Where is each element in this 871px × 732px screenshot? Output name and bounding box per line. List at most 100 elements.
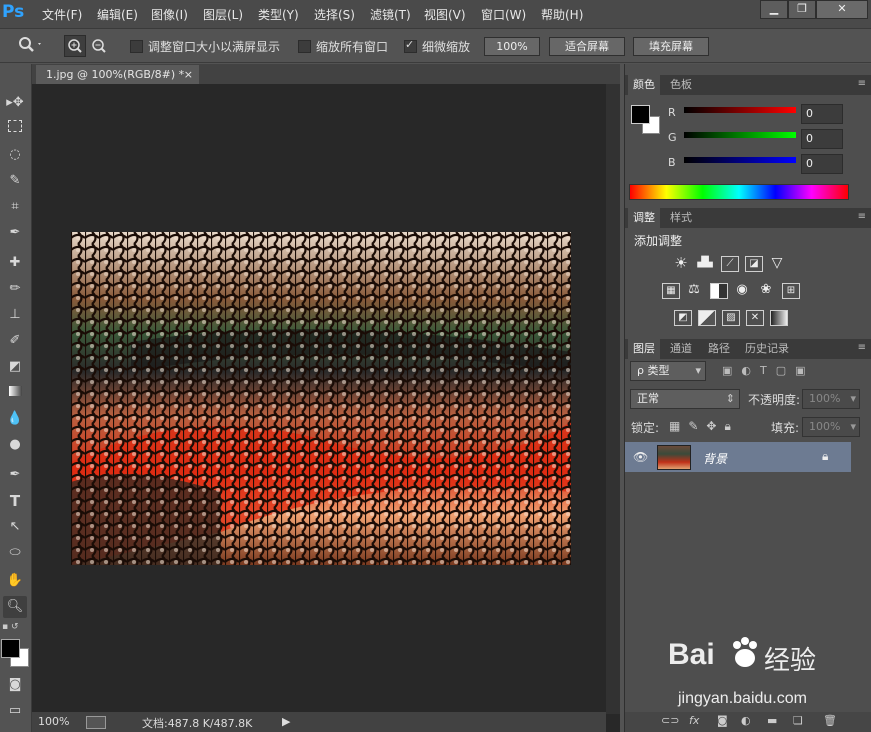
lasso-tool-icon[interactable]: ◌: [3, 144, 27, 166]
tab-channels[interactable]: 通道: [665, 339, 697, 359]
photo-filter-icon[interactable]: ◉: [734, 283, 750, 297]
menu-edit[interactable]: 编辑(E): [97, 6, 138, 23]
tab-paths[interactable]: 路径: [703, 339, 735, 359]
opacity-input[interactable]: 100% ▾: [802, 389, 860, 409]
color-panel-menu-icon[interactable]: ≡: [858, 78, 866, 89]
ellipse-tool-icon[interactable]: ⬭: [3, 542, 27, 564]
close-button[interactable]: ✕: [816, 0, 868, 19]
channel-mixer-icon[interactable]: ❀: [758, 283, 774, 297]
tab-adjustments[interactable]: 调整: [628, 208, 660, 228]
invert-icon[interactable]: ◩: [674, 310, 692, 326]
zoom-in-icon[interactable]: [64, 35, 86, 57]
brush-tool-icon[interactable]: ✏: [3, 278, 27, 300]
type-tool-icon[interactable]: T: [3, 490, 27, 512]
zoom-all-checkbox[interactable]: [298, 40, 311, 53]
move-tool-icon[interactable]: ▸✥: [3, 92, 27, 114]
layers-panel-menu-icon[interactable]: ≡: [858, 342, 866, 353]
blur-tool-icon[interactable]: 💧: [3, 408, 27, 430]
eye-icon[interactable]: 👁︎: [633, 450, 648, 464]
tab-styles[interactable]: 样式: [665, 208, 697, 228]
vibrance-icon[interactable]: ▽: [769, 256, 785, 270]
history-brush-tool-icon[interactable]: ✐: [3, 330, 27, 352]
layer-row-background[interactable]: 👁︎ 背景 🔒︎: [625, 442, 851, 472]
status-zoom-level[interactable]: 100%: [38, 715, 69, 728]
menu-file[interactable]: 文件(F): [42, 6, 82, 23]
exposure-icon[interactable]: ◪: [745, 256, 763, 272]
color-spectrum-bar[interactable]: [629, 184, 849, 200]
add-mask-icon[interactable]: ◙: [717, 714, 728, 727]
blend-mode-dropdown[interactable]: 正常 ⇕: [630, 389, 740, 409]
dodge-tool-icon[interactable]: ●: [3, 434, 27, 456]
vertical-scrollbar[interactable]: [606, 84, 620, 714]
selective-color-icon[interactable]: ✕: [746, 310, 764, 326]
eyedropper-tool-icon[interactable]: ✒: [3, 222, 27, 244]
restore-button[interactable]: ❐: [788, 0, 816, 19]
threshold-icon[interactable]: ▨: [722, 310, 740, 326]
tab-layers[interactable]: 图层: [628, 339, 660, 359]
status-menu-arrow-icon[interactable]: ▶: [282, 715, 290, 728]
magnifier-icon[interactable]: [18, 36, 44, 57]
tab-swatches[interactable]: 色板: [665, 75, 697, 95]
layer-filter-dropdown[interactable]: ρ 类型 ▾: [630, 361, 706, 381]
r-slider[interactable]: [684, 107, 796, 113]
quick-select-tool-icon[interactable]: ✎: [3, 170, 27, 192]
black-white-icon[interactable]: [710, 283, 728, 299]
menu-image[interactable]: 图像(I): [151, 6, 188, 23]
zoom-tool-icon[interactable]: 🔍︎: [3, 596, 27, 618]
scrubby-zoom-checkbox[interactable]: [404, 38, 417, 53]
new-group-icon[interactable]: ▬: [767, 714, 777, 727]
fill-input[interactable]: 100% ▾: [802, 417, 860, 437]
hand-tool-icon[interactable]: ✋: [3, 570, 27, 592]
menu-help[interactable]: 帮助(H): [541, 6, 583, 23]
curves-icon[interactable]: ⟋: [721, 256, 739, 272]
tab-history[interactable]: 历史记录: [740, 339, 794, 359]
color-foreground-swatch[interactable]: [631, 105, 650, 124]
delete-layer-icon[interactable]: 🗑︎: [823, 714, 837, 727]
new-layer-icon[interactable]: ❏: [793, 714, 803, 727]
document-tab[interactable]: 1.jpg @ 100%(RGB/8#) * ×: [36, 65, 199, 84]
swap-colors-icon[interactable]: ▪ ↺: [2, 622, 28, 632]
clone-stamp-tool-icon[interactable]: ⊥: [3, 304, 27, 326]
tab-color[interactable]: 颜色: [628, 75, 660, 95]
close-tab-icon[interactable]: ×: [184, 65, 193, 84]
brightness-contrast-icon[interactable]: ☀: [673, 256, 689, 271]
resize-windows-checkbox[interactable]: [130, 40, 143, 53]
zoom-out-icon[interactable]: [89, 36, 109, 56]
fx-icon[interactable]: fx: [689, 714, 699, 727]
menu-layer[interactable]: 图层(L): [203, 6, 243, 23]
b-slider[interactable]: [684, 157, 796, 163]
g-slider[interactable]: [684, 132, 796, 138]
color-balance-icon[interactable]: ⚖: [686, 283, 702, 297]
crop-tool-icon[interactable]: ⌗: [3, 196, 27, 218]
g-value-input[interactable]: 0: [801, 129, 843, 149]
link-layers-icon[interactable]: ⊂⊃: [661, 714, 679, 727]
quick-mask-icon[interactable]: ◙: [3, 674, 27, 696]
menu-type[interactable]: 类型(Y): [258, 6, 299, 23]
b-value-input[interactable]: 0: [801, 154, 843, 174]
menu-select[interactable]: 选择(S): [314, 6, 355, 23]
menu-view[interactable]: 视图(V): [424, 6, 466, 23]
hue-saturation-icon[interactable]: ▦: [662, 283, 680, 299]
color-lookup-icon[interactable]: ⊞: [782, 283, 800, 299]
foreground-color-swatch[interactable]: [1, 639, 20, 658]
levels-icon[interactable]: ▟▙: [697, 256, 713, 270]
layer-name[interactable]: 背景: [703, 450, 727, 467]
minimize-button[interactable]: ▁: [760, 0, 788, 19]
adjust-panel-menu-icon[interactable]: ≡: [858, 211, 866, 222]
path-select-tool-icon[interactable]: ↖: [3, 516, 27, 538]
eraser-tool-icon[interactable]: ◩: [3, 356, 27, 378]
fit-screen-button[interactable]: 适合屏幕: [549, 37, 625, 56]
lock-options-icons[interactable]: ▦✎✥🔒︎: [669, 419, 739, 434]
canvas-image[interactable]: [71, 232, 571, 565]
menu-window[interactable]: 窗口(W): [481, 6, 526, 23]
pen-tool-icon[interactable]: ✒: [3, 464, 27, 486]
marquee-tool-icon[interactable]: [3, 118, 27, 140]
actual-pixels-button[interactable]: 100%: [484, 37, 540, 56]
layer-filter-icons[interactable]: ▣◐T▢▣: [722, 364, 846, 378]
menu-filter[interactable]: 滤镜(T): [370, 6, 411, 23]
gradient-tool-icon[interactable]: [3, 382, 27, 404]
new-adjustment-icon[interactable]: ◐: [741, 714, 751, 727]
r-value-input[interactable]: 0: [801, 104, 843, 124]
fill-screen-button[interactable]: 填充屏幕: [633, 37, 709, 56]
screen-mode-icon[interactable]: ▭: [3, 700, 27, 722]
